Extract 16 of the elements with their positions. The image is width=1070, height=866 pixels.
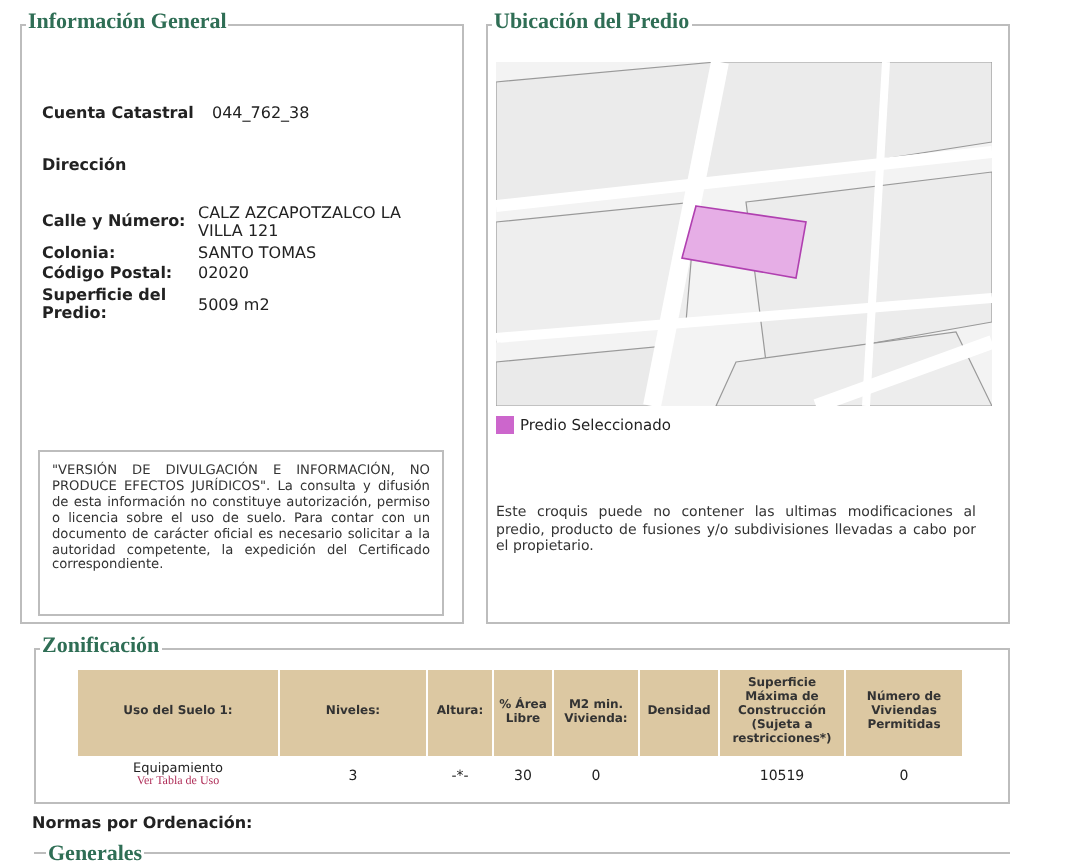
field-label: Superficie del Predio: xyxy=(42,288,169,324)
section-legend: Información General xyxy=(26,12,229,34)
section-legend: Generales xyxy=(46,844,145,866)
normas-heading: Normas por Ordenación: xyxy=(32,814,253,834)
field-label: Cuenta Catastral xyxy=(42,102,196,126)
section-heading: Dirección xyxy=(42,154,129,178)
field-label: Calle y Número: xyxy=(42,214,188,233)
field-label: Colonia: xyxy=(42,245,118,263)
field-value: 5009 m2 xyxy=(198,297,272,315)
field-value: 044_762_38 xyxy=(212,102,310,126)
field-value: SANTO TOMAS xyxy=(198,245,319,263)
section-legend: Zonificación xyxy=(40,636,162,658)
field-value: CALZ AZCAPOTZALCO LA VILLA 121 xyxy=(198,206,404,242)
field-value: 02020 xyxy=(198,266,251,285)
field-label: Código Postal: xyxy=(42,266,175,285)
section-legend: Ubicación del Predio xyxy=(492,12,692,34)
